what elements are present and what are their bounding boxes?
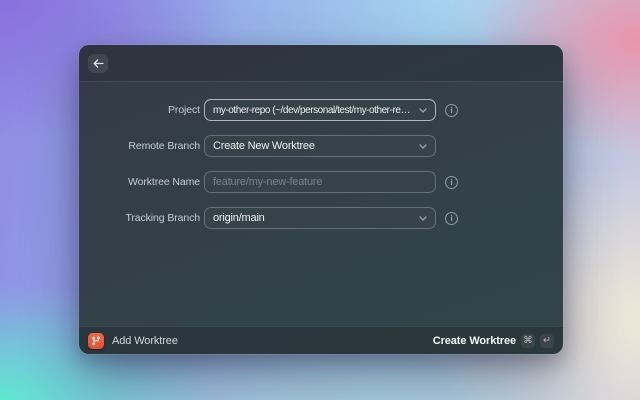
- dialog-titlebar: [79, 45, 563, 82]
- add-worktree-dialog: Project my-other-repo (~/dev/personal/te…: [79, 45, 563, 354]
- info-icon[interactable]: i: [445, 104, 458, 117]
- dialog-footer: Add Worktree Create Worktree ⌘ ↵: [79, 326, 563, 354]
- chevron-down-icon: [419, 108, 427, 113]
- command-key-icon: ⌘: [521, 334, 535, 348]
- arrow-left-icon: [93, 59, 104, 68]
- project-label: Project: [79, 104, 200, 116]
- back-button[interactable]: [88, 54, 108, 73]
- chevron-down-icon: [419, 216, 427, 221]
- footer-app-label: Add Worktree: [112, 335, 178, 347]
- worktree-name-input[interactable]: [204, 171, 436, 193]
- worktree-name-row: Worktree Name i: [79, 171, 563, 193]
- tracking-branch-select[interactable]: origin/main: [204, 207, 436, 229]
- footer-actions: Create Worktree ⌘ ↵: [433, 334, 554, 348]
- info-icon[interactable]: i: [445, 212, 458, 225]
- remote-branch-select-value: Create New Worktree: [213, 140, 413, 152]
- form-body: Project my-other-repo (~/dev/personal/te…: [79, 82, 563, 326]
- create-worktree-button[interactable]: Create Worktree: [433, 335, 516, 347]
- info-icon[interactable]: i: [445, 176, 458, 189]
- project-select-value: my-other-repo (~/dev/personal/test/my-ot…: [213, 105, 413, 116]
- info-spacer: [445, 140, 458, 153]
- project-select[interactable]: my-other-repo (~/dev/personal/test/my-ot…: [204, 99, 436, 121]
- worktree-name-label: Worktree Name: [79, 176, 200, 188]
- project-row: Project my-other-repo (~/dev/personal/te…: [79, 99, 563, 121]
- tracking-branch-select-value: origin/main: [213, 212, 413, 224]
- git-branch-icon: [88, 333, 104, 349]
- tracking-branch-label: Tracking Branch: [79, 212, 200, 224]
- remote-branch-label: Remote Branch: [79, 140, 200, 152]
- tracking-branch-row: Tracking Branch origin/main i: [79, 207, 563, 229]
- return-key-icon: ↵: [540, 334, 554, 348]
- chevron-down-icon: [419, 144, 427, 149]
- remote-branch-select[interactable]: Create New Worktree: [204, 135, 436, 157]
- remote-branch-row: Remote Branch Create New Worktree: [79, 135, 563, 157]
